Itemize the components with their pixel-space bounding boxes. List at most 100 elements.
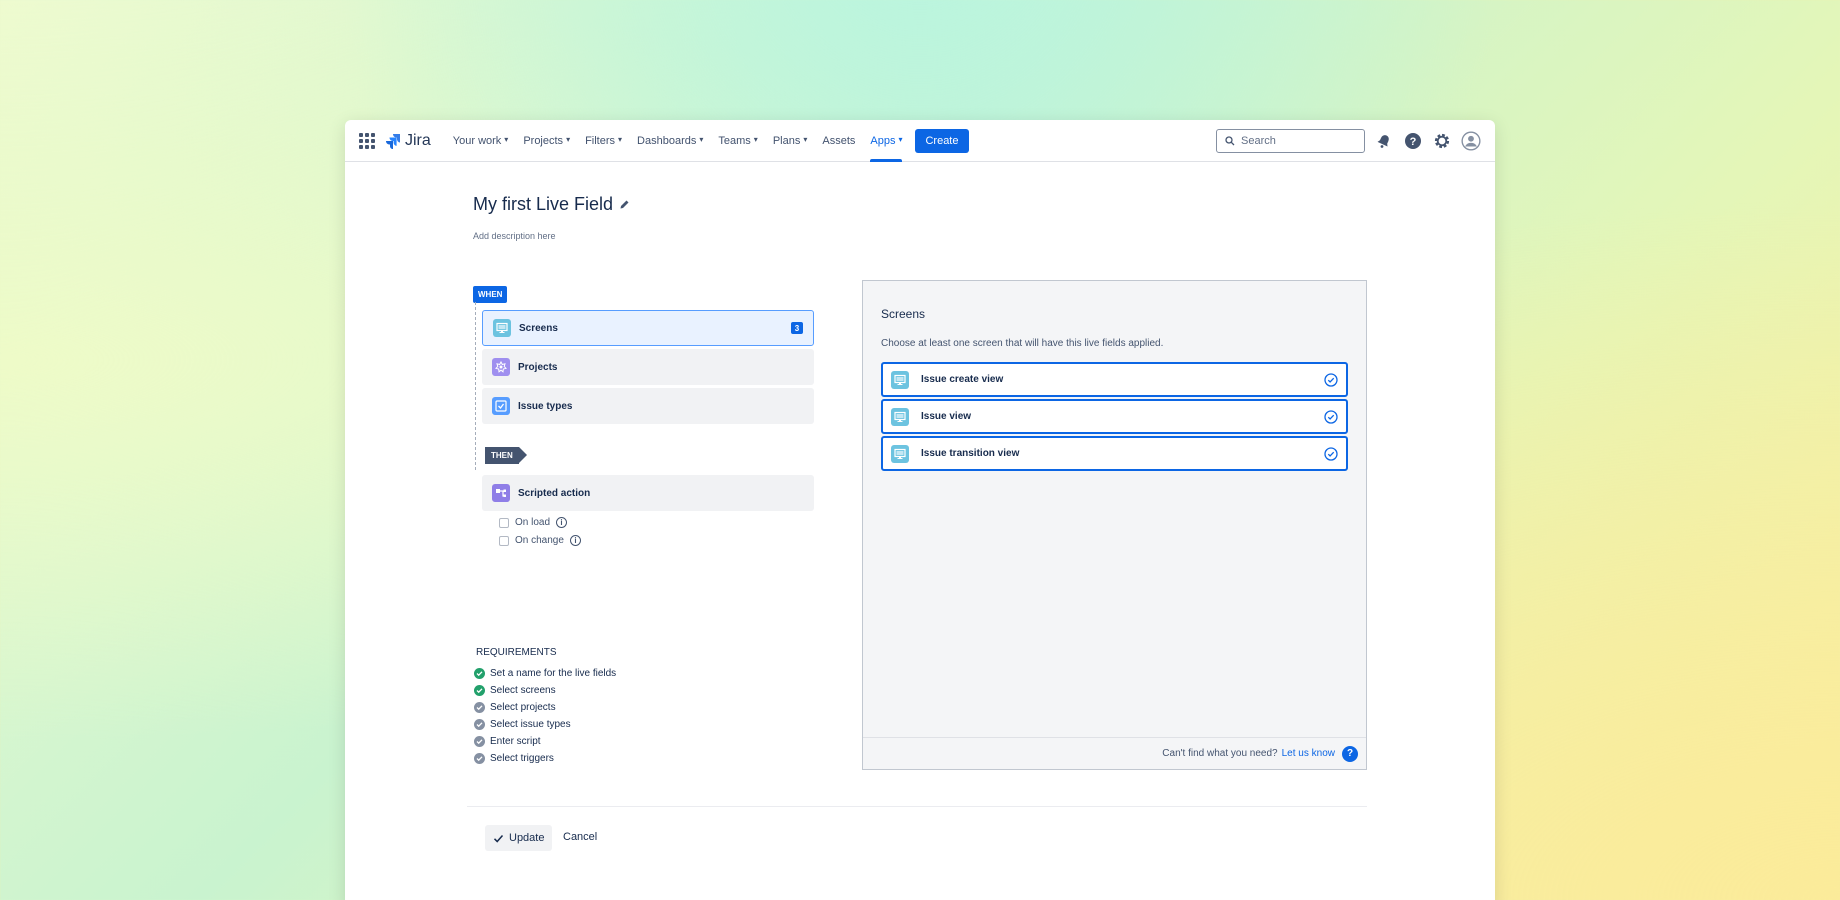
settings-button[interactable]	[1432, 131, 1452, 151]
card-label: Screens	[519, 322, 558, 334]
info-icon[interactable]: i	[556, 517, 568, 528]
profile-button[interactable]	[1461, 131, 1481, 151]
page-title[interactable]: My first Live Field	[473, 194, 613, 215]
screens-panel: Screens Choose at least one screen that …	[862, 280, 1367, 770]
info-icon[interactable]: i	[569, 535, 581, 546]
app-switcher-icon[interactable]	[359, 132, 375, 149]
bell-icon	[1377, 135, 1389, 148]
nav-dashboards[interactable]: Dashboards ▾	[637, 120, 703, 162]
search-icon	[1225, 136, 1235, 146]
nav-apps[interactable]: Apps ▾	[870, 120, 903, 162]
then-badge: THEN	[485, 447, 527, 464]
panel-subtitle: Choose at least one screen that will hav…	[881, 338, 1164, 349]
nav-label: Your work	[452, 134, 502, 147]
on-change-checkbox[interactable]	[499, 535, 509, 546]
check-circle-icon	[1324, 372, 1338, 387]
check-circle-icon	[474, 753, 485, 764]
description-field[interactable]: Add description here	[473, 231, 556, 241]
panel-footer: Can't find what you need? Let us know ?	[863, 737, 1366, 769]
requirement-item: Set a name for the live fields	[474, 665, 616, 682]
check-circle-icon	[474, 668, 485, 679]
cancel-button[interactable]: Cancel	[563, 831, 597, 843]
jira-logo[interactable]: Jira	[385, 132, 431, 150]
jira-logo-icon	[386, 133, 400, 149]
monitor-icon	[891, 444, 909, 463]
when-badge: WHEN	[473, 286, 508, 303]
chevron-down-icon: ▾	[618, 135, 623, 144]
project-icon	[492, 358, 510, 376]
check-circle-icon	[1324, 446, 1338, 461]
flow-connector	[475, 302, 476, 470]
nav-assets[interactable]: Assets	[822, 120, 855, 162]
on-load-checkbox[interactable]	[499, 517, 509, 528]
requirement-label: Select screens	[490, 685, 556, 696]
screen-option-issue-create-view[interactable]: Issue create view	[881, 362, 1348, 397]
screen-option-issue-view[interactable]: Issue view	[881, 399, 1348, 434]
panel-title: Screens	[881, 307, 926, 321]
nav-projects[interactable]: Projects ▾	[523, 120, 570, 162]
app-window: Jira Your work ▾ Projects ▾ Filters ▾ Dashb…	[345, 120, 1495, 900]
check-circle-icon	[474, 702, 485, 713]
issue-type-icon	[492, 397, 510, 415]
nav-right-tools: Search ?	[1216, 129, 1481, 153]
requirements-title: REQUIREMENTS	[476, 647, 557, 658]
requirements-list: Set a name for the live fields Select sc…	[474, 665, 616, 767]
help-icon[interactable]: ?	[1342, 745, 1358, 762]
card-label: Issue types	[518, 400, 573, 412]
requirement-item: Select projects	[474, 699, 616, 716]
notifications-button[interactable]	[1374, 131, 1394, 151]
search-input[interactable]: Search	[1216, 129, 1365, 153]
monitor-icon	[493, 319, 511, 337]
nav-plans[interactable]: Plans ▾	[773, 120, 808, 162]
let-us-know-link[interactable]: Let us know	[1282, 748, 1335, 759]
option-label: Issue transition view	[921, 448, 1020, 459]
nav-label: Plans	[772, 134, 801, 147]
trigger-on-load: On load i	[499, 517, 568, 528]
update-label: Update	[509, 832, 545, 844]
requirement-label: Select triggers	[490, 753, 554, 764]
divider	[467, 806, 1367, 807]
gear-icon	[1434, 133, 1450, 149]
check-circle-icon	[474, 736, 485, 747]
nav-label: Dashboards	[637, 134, 697, 147]
chevron-down-icon: ▾	[699, 135, 704, 144]
chevron-down-icon: ▾	[753, 135, 758, 144]
nav-label: Teams	[718, 134, 751, 147]
requirement-item: Enter script	[474, 733, 616, 750]
update-button[interactable]: Update	[485, 825, 553, 851]
when-card-projects[interactable]: Projects	[482, 349, 814, 385]
scripted-action-icon	[492, 484, 510, 502]
checkmark-icon	[493, 834, 504, 843]
option-label: Issue view	[921, 411, 972, 422]
chevron-down-icon: ▾	[898, 135, 903, 144]
requirement-item: Select triggers	[474, 750, 616, 767]
create-button[interactable]: Create	[915, 128, 969, 153]
top-navigation: Jira Your work ▾ Projects ▾ Filters ▾ Dashb…	[345, 120, 1495, 162]
nav-label: Filters	[585, 134, 616, 147]
nav-label: Projects	[523, 134, 564, 147]
screen-option-issue-transition-view[interactable]: Issue transition view	[881, 436, 1348, 471]
when-card-screens[interactable]: Screens 3	[482, 310, 814, 346]
count-badge: 3	[791, 322, 803, 334]
help-button[interactable]: ?	[1403, 131, 1423, 151]
search-placeholder: Search	[1241, 135, 1276, 147]
option-label: Issue create view	[921, 374, 1004, 385]
then-card-scripted-action[interactable]: Scripted action	[482, 475, 814, 511]
nav-teams[interactable]: Teams ▾	[718, 120, 757, 162]
check-circle-icon	[474, 719, 485, 730]
requirement-label: Select projects	[490, 702, 556, 713]
chevron-down-icon: ▾	[803, 135, 808, 144]
chevron-down-icon: ▾	[566, 135, 571, 144]
pencil-icon[interactable]	[619, 199, 630, 210]
nav-label: Apps	[870, 134, 896, 147]
footer-text: Can't find what you need?	[1162, 748, 1278, 759]
requirement-item: Select screens	[474, 682, 616, 699]
nav-your-work[interactable]: Your work ▾	[453, 120, 509, 162]
trigger-on-change: On change i	[499, 535, 581, 546]
requirement-item: Select issue types	[474, 716, 616, 733]
card-label: Projects	[518, 361, 558, 373]
requirement-label: Select issue types	[490, 719, 571, 730]
requirement-label: Set a name for the live fields	[490, 668, 617, 679]
when-card-issue-types[interactable]: Issue types	[482, 388, 814, 424]
nav-filters[interactable]: Filters ▾	[585, 120, 622, 162]
